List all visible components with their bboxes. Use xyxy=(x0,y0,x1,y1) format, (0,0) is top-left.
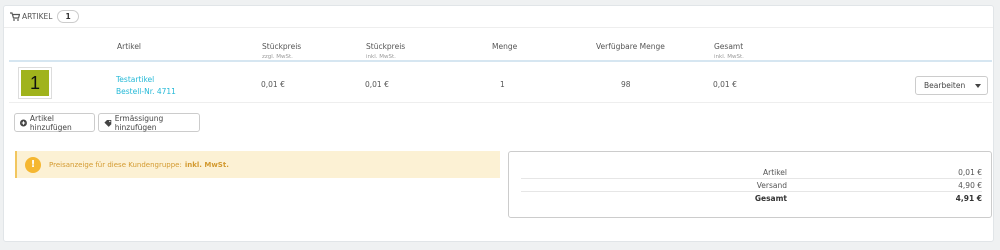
col-header-product: Artikel xyxy=(117,42,142,51)
col-header-unit-price-incl: Stückpreis inkl. MwSt. xyxy=(366,42,406,60)
col-header-available-qty: Verfügbare Menge xyxy=(596,42,665,51)
table-header-divider xyxy=(9,60,992,62)
product-count-badge: 1 xyxy=(57,10,79,23)
edit-button[interactable]: Bearbeiten xyxy=(915,76,988,95)
unit-price-excl: 0,01 € xyxy=(261,80,285,89)
plus-circle-icon xyxy=(20,119,27,126)
panel-title: Artikel xyxy=(22,12,53,21)
order-summary: Artikel 0,01 € Versand 4,90 € Gesamt 4,9… xyxy=(508,151,992,218)
table-row-divider xyxy=(9,102,992,103)
tag-icon xyxy=(104,119,112,127)
edit-button-label: Bearbeiten xyxy=(924,81,966,90)
summary-row-products: Artikel 0,01 € xyxy=(521,167,982,179)
price-display-notice: ! Preisanzeige für diese Kundengruppe: i… xyxy=(15,151,500,178)
product-name-link[interactable]: Testartikel xyxy=(116,75,176,84)
col-header-total: Gesamt inkl. MwSt. xyxy=(714,42,744,60)
unit-price-incl: 0,01 € xyxy=(365,80,389,89)
add-product-label: Artikel hinzufügen xyxy=(29,113,72,132)
cart-icon xyxy=(10,12,21,21)
add-discount-label: Ermässigung hinzufügen xyxy=(114,113,164,132)
chevron-down-icon[interactable] xyxy=(975,81,984,90)
quantity-value: 1 xyxy=(500,80,505,89)
panel-heading: Artikel 1 xyxy=(4,6,993,28)
col-header-quantity: Menge xyxy=(492,42,518,51)
notice-text: Preisanzeige für diese Kundengruppe: xyxy=(49,160,182,169)
summary-row-shipping: Versand 4,90 € xyxy=(521,180,982,192)
add-discount-button[interactable]: Ermässigung hinzufügen xyxy=(98,113,200,132)
summary-row-total: Gesamt 4,91 € xyxy=(754,194,982,203)
row-total: 0,01 € xyxy=(713,80,737,89)
add-product-button[interactable]: Artikel hinzufügen xyxy=(14,113,95,132)
product-name-cell: Testartikel Bestell-Nr. 4711 xyxy=(116,75,176,96)
col-header-unit-price-excl: Stückpreis zzgl. MwSt. xyxy=(262,42,302,60)
product-thumbnail: 1 xyxy=(18,67,52,99)
notice-strong-text: inkl. MwSt. xyxy=(184,160,229,169)
product-reference-link[interactable]: Bestell-Nr. 4711 xyxy=(116,87,176,96)
warning-icon: ! xyxy=(25,156,41,173)
available-quantity-value: 98 xyxy=(621,80,631,89)
